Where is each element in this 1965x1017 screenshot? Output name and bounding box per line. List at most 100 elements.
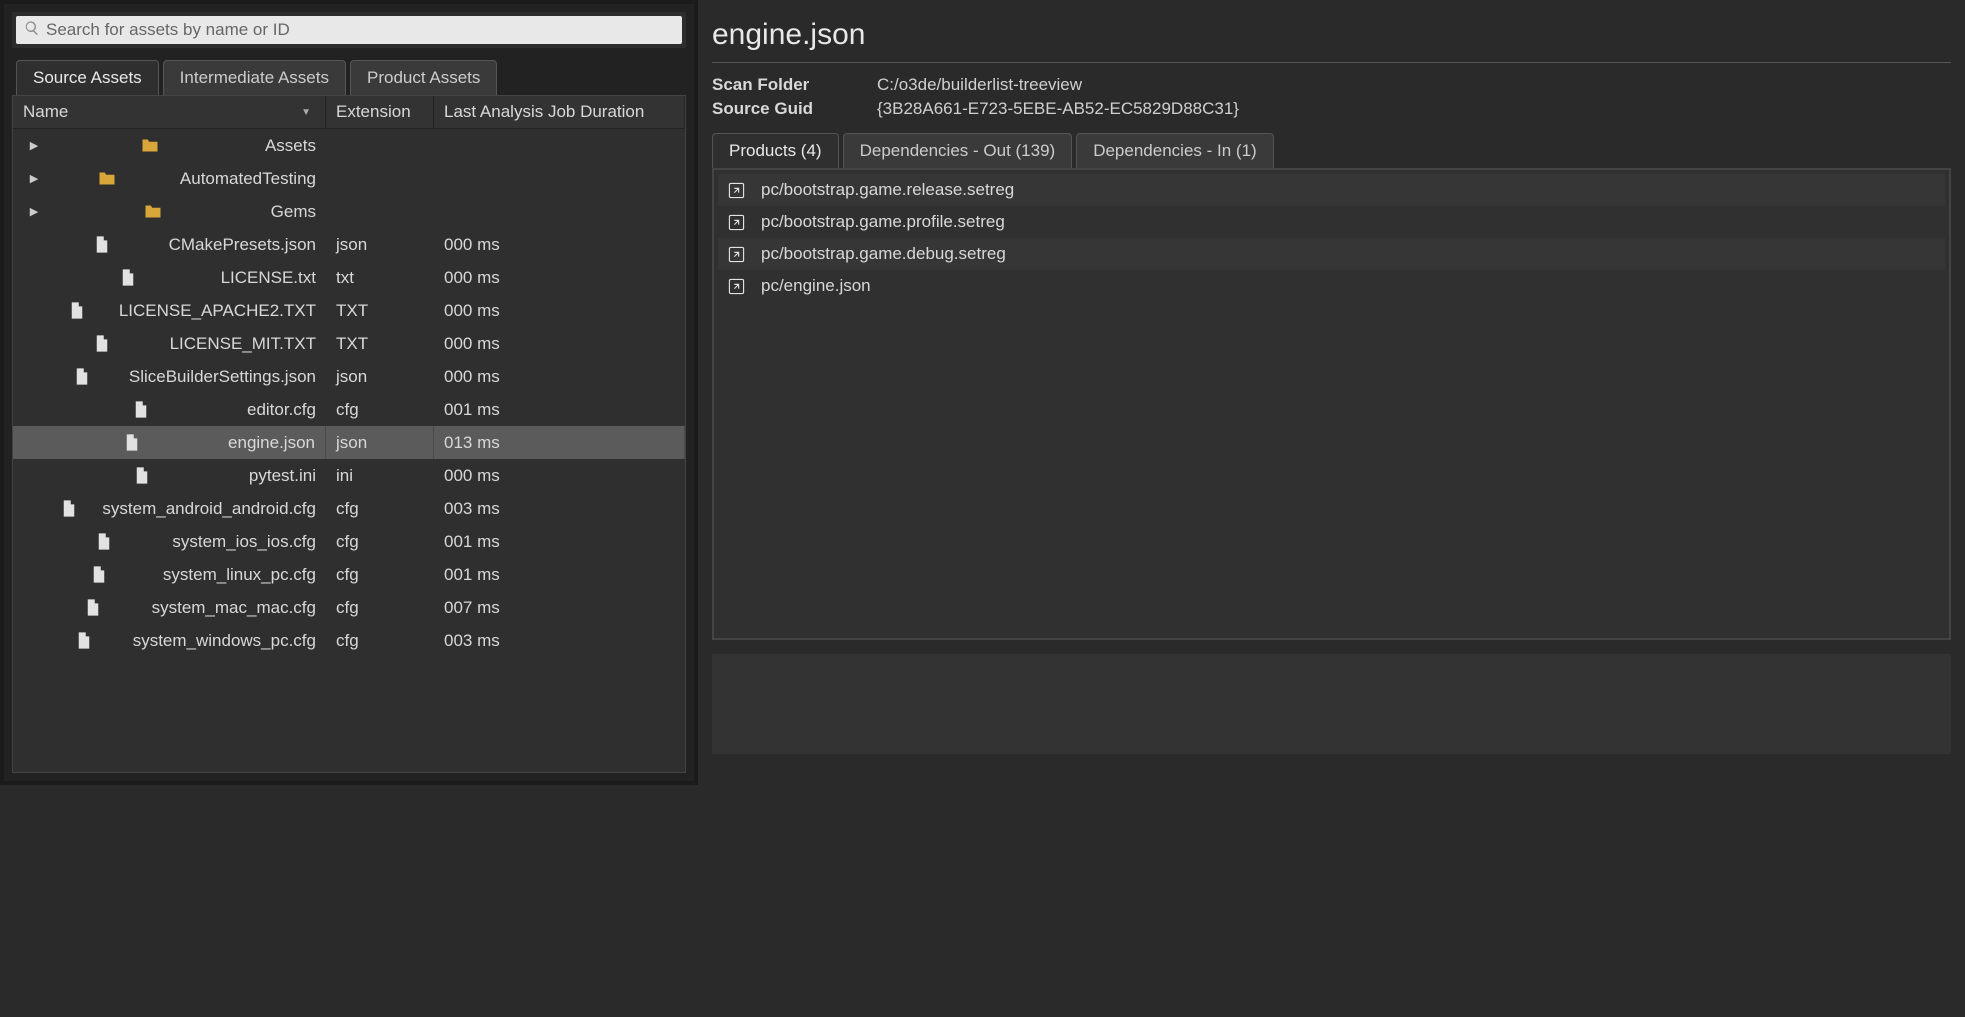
detail-tab[interactable]: Products (4) [712,133,839,168]
row-name: LICENSE_APACHE2.TXT [119,301,316,321]
products-list: pc/bootstrap.game.release.setreg pc/boots… [712,168,1951,640]
tree-file-row[interactable]: system_android_android.cfg cfg003 ms [13,492,685,525]
tree-file-row[interactable]: system_windows_pc.cfgcfg003 ms [13,624,685,657]
tree-file-row[interactable]: LICENSE.txt txt000 ms [13,261,685,294]
row-extension: cfg [326,558,434,591]
row-extension: txt [326,261,434,294]
bottom-panel [712,654,1951,754]
file-icon [90,566,108,584]
right-panel: engine.json Scan Folder C:/o3de/builderl… [698,0,1965,785]
file-icon [132,401,150,419]
product-row[interactable]: pc/bootstrap.game.debug.setreg [718,238,1945,270]
column-extension[interactable]: Extension [326,96,434,128]
tree-file-row[interactable]: editor.cfg cfg001 ms [13,393,685,426]
left-tab[interactable]: Product Assets [350,60,497,95]
row-extension: cfg [326,393,434,426]
row-duration: 000 ms [434,360,685,393]
file-icon [93,335,111,353]
expander-icon[interactable]: ▶ [27,205,41,218]
tree-file-row[interactable]: SliceBuilderSettings.jsonjson000 ms [13,360,685,393]
detail-tab[interactable]: Dependencies - In (1) [1076,133,1273,168]
search-input[interactable] [46,20,674,40]
file-icon [68,302,86,320]
product-path: pc/bootstrap.game.profile.setreg [761,212,1005,232]
column-name[interactable]: Name ▼ [13,96,326,128]
expander-icon[interactable]: ▶ [27,139,41,152]
row-extension: TXT [326,294,434,327]
row-extension [326,129,434,162]
product-path: pc/bootstrap.game.debug.setreg [761,244,1006,264]
row-extension [326,195,434,228]
product-icon [728,278,745,295]
row-name: system_mac_mac.cfg [152,598,316,618]
row-name: SliceBuilderSettings.json [129,367,316,387]
tree-file-row[interactable]: LICENSE_APACHE2.TXT TXT000 ms [13,294,685,327]
tree-folder-row[interactable]: ▶AutomatedTesting [13,162,685,195]
row-name: LICENSE.txt [221,268,316,288]
row-duration [434,195,685,228]
file-icon [60,500,78,518]
file-icon [119,269,137,287]
product-row[interactable]: pc/bootstrap.game.release.setreg [718,174,1945,206]
row-extension: cfg [326,525,434,558]
row-name: LICENSE_MIT.TXT [170,334,316,354]
row-duration: 000 ms [434,261,685,294]
row-duration: 003 ms [434,624,685,657]
row-extension [326,162,434,195]
product-row[interactable]: pc/bootstrap.game.profile.setreg [718,206,1945,238]
file-icon [123,434,141,452]
row-name: system_ios_ios.cfg [172,532,316,552]
tree-file-row[interactable]: CMakePresets.jsonjson000 ms [13,228,685,261]
file-icon [73,368,91,386]
expander-icon[interactable]: ▶ [27,172,41,185]
row-name: system_android_android.cfg [102,499,316,519]
row-extension: cfg [326,492,434,525]
file-icon [93,236,111,254]
row-extension: ini [326,459,434,492]
row-duration: 007 ms [434,591,685,624]
tree-file-row[interactable]: system_ios_ios.cfg cfg001 ms [13,525,685,558]
folder-icon [144,203,162,221]
detail-title: engine.json [712,8,1951,63]
tree-folder-row[interactable]: ▶Gems [13,195,685,228]
tree-file-row[interactable]: system_mac_mac.cfg cfg007 ms [13,591,685,624]
row-extension: cfg [326,624,434,657]
row-extension: json [326,426,434,459]
row-name: editor.cfg [247,400,316,420]
tree-file-row[interactable]: system_linux_pc.cfgcfg001 ms [13,558,685,591]
folder-icon [98,170,116,188]
row-duration: 000 ms [434,459,685,492]
tree-file-row[interactable]: pytest.iniini000 ms [13,459,685,492]
file-icon [95,533,113,551]
tree-header: Name ▼ Extension Last Analysis Job Durat… [13,96,685,129]
meta-source-guid: Source Guid {3B28A661-E723-5EBE-AB52-EC5… [712,97,1951,121]
sort-indicator-icon: ▼ [301,107,311,118]
tree-file-row[interactable]: engine.jsonjson013 ms [13,426,685,459]
row-name: engine.json [228,433,315,453]
row-duration: 000 ms [434,327,685,360]
file-icon [84,599,102,617]
file-icon [133,467,151,485]
row-duration: 001 ms [434,525,685,558]
row-duration: 001 ms [434,393,685,426]
row-duration: 000 ms [434,228,685,261]
row-extension: cfg [326,591,434,624]
tree-file-row[interactable]: LICENSE_MIT.TXT TXT000 ms [13,327,685,360]
row-duration: 001 ms [434,558,685,591]
product-row[interactable]: pc/engine.json [718,270,1945,302]
left-tab[interactable]: Intermediate Assets [163,60,346,95]
column-duration[interactable]: Last Analysis Job Duration [434,96,685,128]
product-icon [728,182,745,199]
row-duration: 003 ms [434,492,685,525]
tree-folder-row[interactable]: ▶Assets [13,129,685,162]
product-path: pc/engine.json [761,276,871,296]
product-icon [728,246,745,263]
row-duration: 000 ms [434,294,685,327]
left-tab[interactable]: Source Assets [16,60,159,95]
search-box[interactable] [16,16,682,44]
row-extension: TXT [326,327,434,360]
search-icon [24,20,46,41]
detail-tab[interactable]: Dependencies - Out (139) [843,133,1073,168]
meta-scan-folder: Scan Folder C:/o3de/builderlist-treeview [712,73,1951,97]
row-name: CMakePresets.json [169,235,316,255]
